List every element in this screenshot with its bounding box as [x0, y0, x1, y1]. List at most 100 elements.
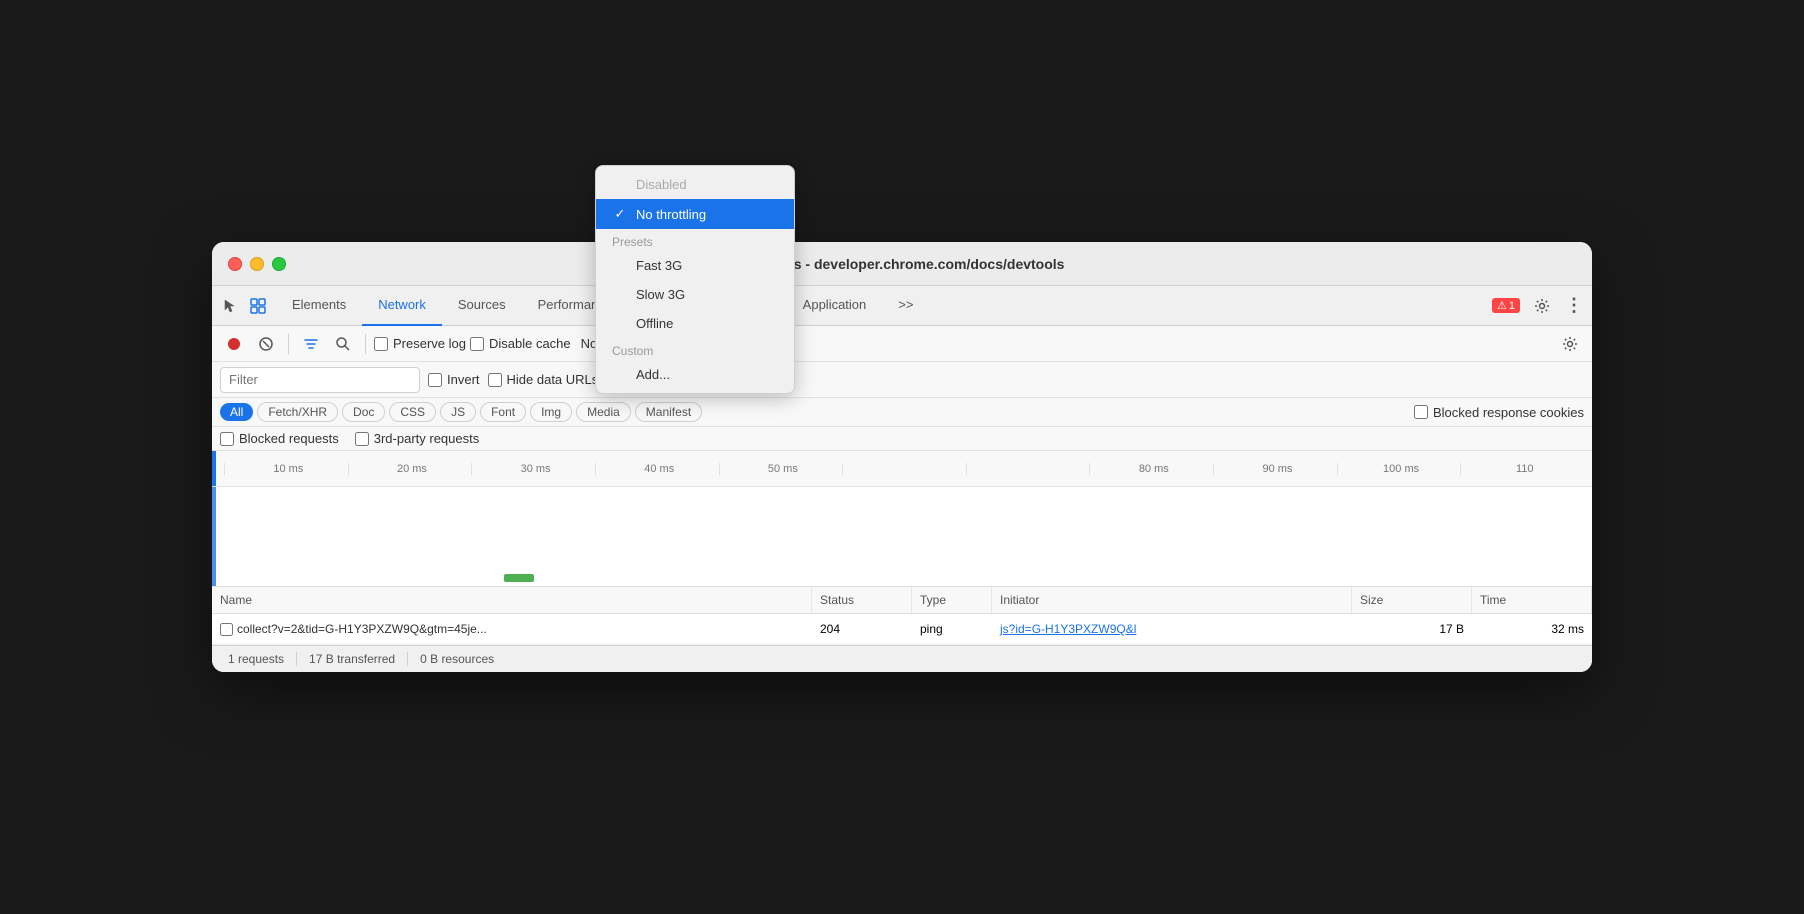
filter-all[interactable]: All: [220, 403, 253, 421]
col-status: Status: [812, 587, 912, 613]
blocked-cookies-label[interactable]: Blocked response cookies: [1414, 405, 1584, 420]
cell-type: ping: [912, 614, 992, 644]
tab-elements[interactable]: Elements: [276, 286, 362, 326]
status-transferred: 17 B transferred: [297, 652, 408, 666]
maximize-button[interactable]: [272, 257, 286, 271]
network-table: Name Status Type Initiator Size Time: [212, 587, 1592, 645]
waterfall-bar: [504, 574, 534, 582]
traffic-lights: [228, 257, 286, 271]
marker-110ms: 110: [1460, 463, 1584, 475]
dropdown-item-disabled: Disabled: [596, 170, 794, 199]
timeline-section: 10 ms 20 ms 30 ms 40 ms 50 ms 80 ms 90 m…: [212, 451, 1592, 587]
timeline-graph: [212, 487, 1592, 587]
marker-80ms: 80 ms: [1089, 463, 1213, 475]
col-time: Time: [1472, 587, 1592, 613]
close-button[interactable]: [228, 257, 242, 271]
preserve-log-label[interactable]: Preserve log: [374, 336, 466, 351]
invert-label[interactable]: Invert: [428, 372, 480, 387]
timeline-markers: 10 ms 20 ms 30 ms 40 ms 50 ms 80 ms 90 m…: [220, 463, 1584, 475]
devtools-body: Elements Network Sources Performance Mem…: [212, 286, 1592, 672]
filter-js[interactable]: JS: [440, 402, 476, 422]
titlebar: DevTools - developer.chrome.com/docs/dev…: [212, 242, 1592, 286]
toolbar-right: [1556, 330, 1584, 358]
col-type: Type: [912, 587, 992, 613]
col-name: Name: [212, 587, 812, 613]
record-button[interactable]: [220, 330, 248, 358]
inspect-icon[interactable]: [248, 296, 268, 316]
hide-data-urls-checkbox[interactable]: [488, 373, 502, 387]
blocked-cookies-checkbox[interactable]: [1414, 405, 1428, 419]
filter-img[interactable]: Img: [530, 402, 572, 422]
timeline-content: [216, 487, 1592, 586]
dropdown-item-fast3g[interactable]: Fast 3G: [596, 251, 794, 280]
filter-css[interactable]: CSS: [389, 402, 436, 422]
table-rows: collect?v=2&tid=G-H1Y3PXZW9Q&gtm=45je...…: [212, 614, 1592, 645]
filter-fetch-xhr[interactable]: Fetch/XHR: [257, 402, 338, 422]
third-party-label[interactable]: 3rd-party requests: [355, 431, 480, 446]
col-size: Size: [1352, 587, 1472, 613]
network-settings-icon[interactable]: [1556, 330, 1584, 358]
marker-50ms: 50 ms: [719, 463, 843, 475]
cell-name: collect?v=2&tid=G-H1Y3PXZW9Q&gtm=45je...: [212, 614, 812, 644]
marker-40ms: 40 ms: [595, 463, 719, 475]
settings-icon[interactable]: [1532, 296, 1552, 316]
marker-100ms: 100 ms: [1337, 463, 1461, 475]
cell-initiator: js?id=G-H1Y3PXZW9Q&l: [992, 614, 1352, 644]
tab-sources[interactable]: Sources: [442, 286, 522, 326]
dropdown-item-slow3g[interactable]: Slow 3G: [596, 280, 794, 309]
dropdown-item-no-throttling[interactable]: ✓ No throttling: [596, 199, 794, 229]
cell-time: 32 ms: [1472, 614, 1592, 644]
clear-button[interactable]: [252, 330, 280, 358]
status-resources: 0 B resources: [408, 652, 506, 666]
toolbar-sep-2: [365, 334, 366, 354]
tab-network[interactable]: Network: [362, 286, 442, 326]
filter-font[interactable]: Font: [480, 402, 526, 422]
hide-data-urls-label[interactable]: Hide data URLs: [488, 372, 599, 387]
marker-10ms: 10 ms: [224, 463, 348, 475]
network-toolbar: Preserve log Disable cache No throttling: [212, 326, 1592, 362]
filter-doc[interactable]: Doc: [342, 402, 385, 422]
dropdown-item-add[interactable]: Add...: [596, 360, 794, 389]
preserve-log-checkbox[interactable]: [374, 337, 388, 351]
minimize-button[interactable]: [250, 257, 264, 271]
cursor-icon[interactable]: [220, 296, 240, 316]
col-initiator: Initiator: [992, 587, 1352, 613]
table-row[interactable]: collect?v=2&tid=G-H1Y3PXZW9Q&gtm=45je...…: [212, 614, 1592, 645]
blocked-requests-label[interactable]: Blocked requests: [220, 431, 339, 446]
filter-media[interactable]: Media: [576, 402, 631, 422]
invert-checkbox[interactable]: [428, 373, 442, 387]
marker-70ms: [966, 463, 1090, 475]
third-party-checkbox[interactable]: [355, 432, 369, 446]
type-filters-bar: All Fetch/XHR Doc CSS JS Font Img Media …: [212, 398, 1592, 427]
more-icon[interactable]: ⋮: [1564, 296, 1584, 316]
toolbar-sep-1: [288, 334, 289, 354]
disable-cache-checkbox[interactable]: [470, 337, 484, 351]
throttling-dropdown-menu: Disabled ✓ No throttling Presets Fast 3G…: [595, 165, 795, 394]
status-requests: 1 requests: [228, 652, 297, 666]
cell-status: 204: [812, 614, 912, 644]
marker-30ms: 30 ms: [471, 463, 595, 475]
tab-bar: Elements Network Sources Performance Mem…: [212, 286, 1592, 326]
row-checkbox[interactable]: [220, 623, 233, 636]
filter-manifest[interactable]: Manifest: [635, 402, 702, 422]
filter-bar: Invert Hide data URLs H...: [212, 362, 1592, 398]
tab-bar-icons: [220, 296, 268, 316]
disable-cache-label[interactable]: Disable cache: [470, 336, 571, 351]
filter-button[interactable]: [297, 330, 325, 358]
tab-application[interactable]: Application: [787, 286, 883, 326]
marker-90ms: 90 ms: [1213, 463, 1337, 475]
dropdown-section-custom: Custom: [596, 338, 794, 360]
tab-more[interactable]: >>: [882, 286, 929, 326]
tab-bar-right: ⚠ 1 ⋮: [1492, 296, 1584, 316]
search-button[interactable]: [329, 330, 357, 358]
dropdown-item-offline[interactable]: Offline: [596, 309, 794, 338]
blocked-requests-checkbox[interactable]: [220, 432, 234, 446]
extra-filters-bar: Blocked requests 3rd-party requests: [212, 427, 1592, 451]
filter-input[interactable]: [220, 367, 420, 393]
status-bar: 1 requests 17 B transferred 0 B resource…: [212, 645, 1592, 672]
marker-60ms: [842, 463, 966, 475]
timeline-position-bar: [212, 451, 216, 486]
notification-badge[interactable]: ⚠ 1: [1492, 298, 1520, 313]
table-header: Name Status Type Initiator Size Time: [212, 587, 1592, 614]
cell-size: 17 B: [1352, 614, 1472, 644]
